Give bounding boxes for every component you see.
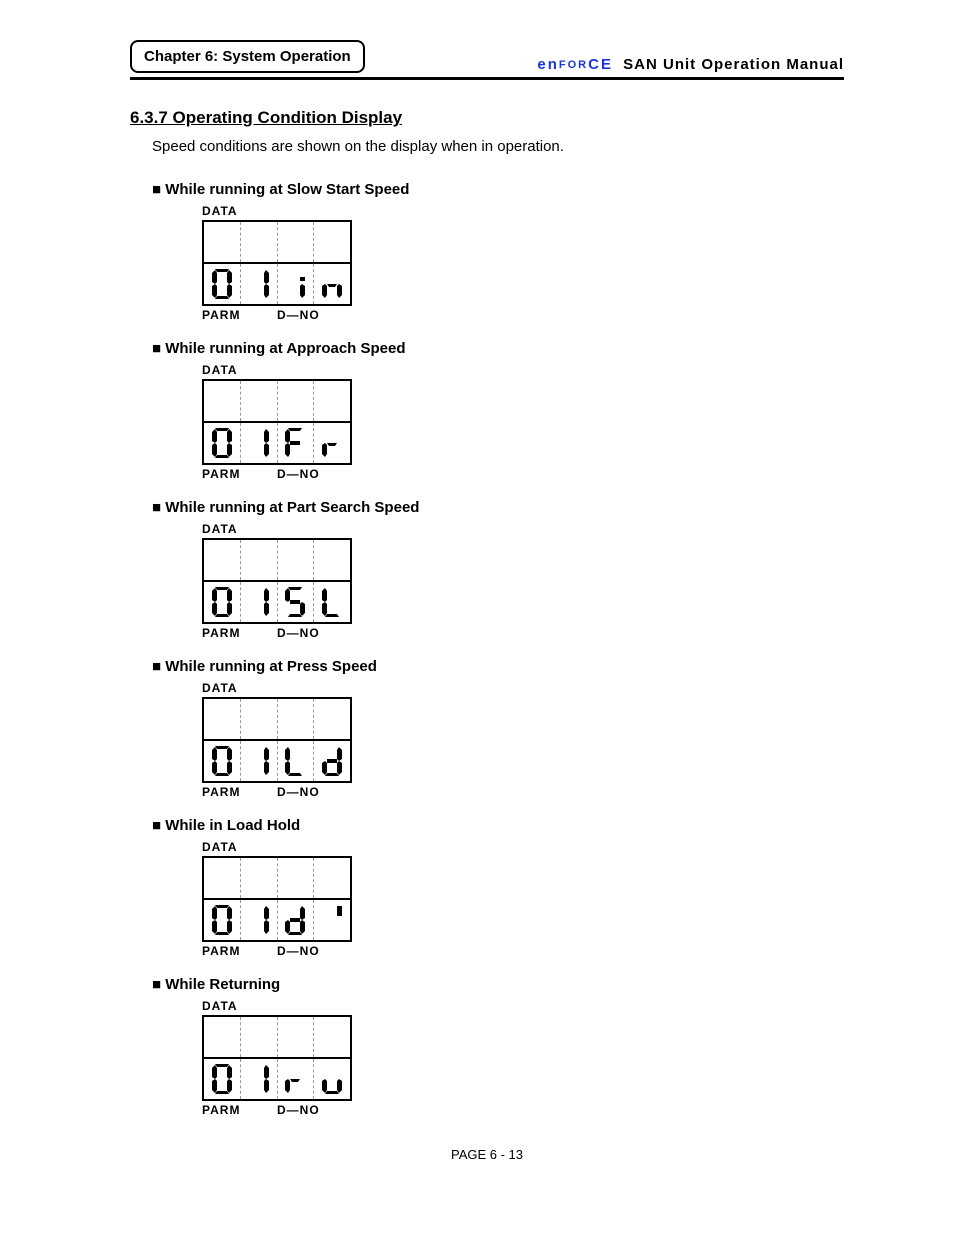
section-heading: 6.3.7 Operating Condition Display — [130, 108, 844, 128]
condition-block: ■ While running at Approach Speed DATA PAR… — [152, 340, 844, 481]
lcd-cell-blank — [204, 1017, 241, 1057]
lcd-digit — [241, 900, 278, 940]
lcd-label-parm: PARM — [202, 1103, 277, 1117]
lcd-cell-blank — [278, 540, 315, 580]
lcd-label-dno: D—NO — [277, 944, 320, 958]
lcd-label-parm: PARM — [202, 308, 277, 322]
lcd-label-parm: PARM — [202, 467, 277, 481]
lcd-cell-blank — [241, 540, 278, 580]
lcd-digit — [278, 741, 315, 781]
lcd-digit — [241, 264, 278, 304]
lcd-display: DATA PARMD—NO — [202, 999, 352, 1117]
lcd-cell-blank — [204, 858, 241, 898]
condition-title: ■ While running at Part Search Speed — [152, 499, 844, 516]
lcd-cell-blank — [278, 858, 315, 898]
lcd-label-dno: D—NO — [277, 1103, 320, 1117]
condition-block: ■ While in Load Hold DATA PARMD—NO — [152, 817, 844, 958]
lcd-cell-blank — [204, 699, 241, 739]
lcd-cell-blank — [204, 540, 241, 580]
lcd-digit — [204, 1059, 241, 1099]
lcd-cell-blank — [204, 222, 241, 262]
lcd-label-data: DATA — [202, 840, 352, 854]
lcd-cell-blank — [278, 381, 315, 421]
lcd-cell-blank — [204, 381, 241, 421]
lcd-display: DATA PARMD—NO — [202, 681, 352, 799]
lcd-label-parm: PARM — [202, 785, 277, 799]
condition-block: ■ While running at Press Speed DATA PARMD—… — [152, 658, 844, 799]
lcd-display: DATA PARMD—NO — [202, 522, 352, 640]
lcd-digit — [241, 423, 278, 463]
lcd-digit — [278, 1059, 315, 1099]
condition-title: ■ While running at Approach Speed — [152, 340, 844, 357]
lcd-label-data: DATA — [202, 522, 352, 536]
condition-title: ■ While in Load Hold — [152, 817, 844, 834]
lcd-display: DATA PARMD—NO — [202, 204, 352, 322]
lcd-label-parm: PARM — [202, 626, 277, 640]
lcd-digit — [278, 582, 315, 622]
lcd-cell-blank — [278, 222, 315, 262]
lcd-label-data: DATA — [202, 204, 352, 218]
lcd-digit — [204, 741, 241, 781]
condition-block: ■ While running at Slow Start Speed DATA P… — [152, 181, 844, 322]
lcd-label-data: DATA — [202, 681, 352, 695]
lcd-digit — [314, 264, 350, 304]
lcd-label-dno: D—NO — [277, 308, 320, 322]
lcd-digit — [241, 1059, 278, 1099]
lcd-digit — [204, 900, 241, 940]
lcd-digit — [241, 582, 278, 622]
lcd-digit — [204, 582, 241, 622]
enforce-logo: enFORCE — [537, 56, 619, 73]
lcd-label-parm: PARM — [202, 944, 277, 958]
lcd-cell-blank — [278, 699, 315, 739]
section-intro: Speed conditions are shown on the displa… — [152, 138, 844, 155]
page-header: Chapter 6: System Operation enFORCE SAN … — [130, 40, 844, 73]
lcd-label-dno: D—NO — [277, 467, 320, 481]
condition-title: ■ While running at Slow Start Speed — [152, 181, 844, 198]
lcd-label-data: DATA — [202, 999, 352, 1013]
page-footer: PAGE 6 - 13 — [130, 1147, 844, 1162]
lcd-cell-blank — [241, 1017, 278, 1057]
lcd-cell-blank — [314, 381, 350, 421]
lcd-digit — [204, 264, 241, 304]
lcd-digit — [314, 423, 350, 463]
lcd-cell-blank — [314, 540, 350, 580]
lcd-display: DATA PARMD—NO — [202, 840, 352, 958]
lcd-label-data: DATA — [202, 363, 352, 377]
lcd-digit — [314, 741, 350, 781]
lcd-cell-blank — [241, 858, 278, 898]
lcd-digit — [204, 423, 241, 463]
manual-title: enFORCE SAN Unit Operation Manual — [537, 56, 844, 73]
lcd-cell-blank — [314, 858, 350, 898]
lcd-cell-blank — [241, 222, 278, 262]
lcd-digit — [241, 741, 278, 781]
condition-block: ■ While running at Part Search Speed DATA… — [152, 499, 844, 640]
lcd-cell-blank — [241, 699, 278, 739]
condition-block: ■ While Returning DATA PARMD—NO — [152, 976, 844, 1117]
lcd-cell-blank — [314, 1017, 350, 1057]
lcd-cell-blank — [278, 1017, 315, 1057]
lcd-display: DATA PARMD—NO — [202, 363, 352, 481]
lcd-digit — [314, 900, 350, 940]
lcd-digit — [314, 1059, 350, 1099]
lcd-cell-blank — [314, 222, 350, 262]
lcd-digit — [278, 900, 315, 940]
lcd-digit — [278, 264, 315, 304]
lcd-label-dno: D—NO — [277, 626, 320, 640]
lcd-digit — [314, 582, 350, 622]
header-rule — [130, 77, 844, 80]
lcd-digit — [278, 423, 315, 463]
lcd-cell-blank — [241, 381, 278, 421]
chapter-box: Chapter 6: System Operation — [130, 40, 365, 73]
condition-title: ■ While Returning — [152, 976, 844, 993]
lcd-cell-blank — [314, 699, 350, 739]
condition-title: ■ While running at Press Speed — [152, 658, 844, 675]
lcd-label-dno: D—NO — [277, 785, 320, 799]
